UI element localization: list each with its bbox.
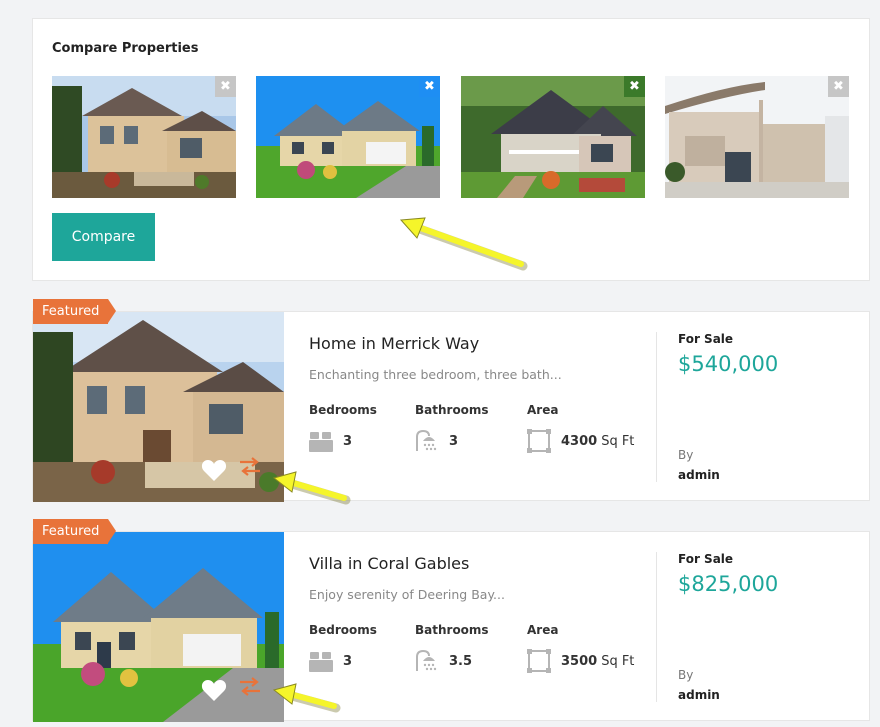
listing-author[interactable]: admin: [678, 468, 720, 482]
card-divider: [656, 332, 657, 482]
bathrooms-value: 3.5: [415, 649, 476, 673]
card-divider: [656, 552, 657, 702]
listing-description: Enchanting three bedroom, three bath...: [309, 367, 562, 382]
bedrooms-value: 3: [309, 429, 356, 453]
listing-description: Enjoy serenity of Deering Bay...: [309, 587, 505, 602]
shower-icon: [416, 429, 437, 451]
shower-icon: [416, 649, 437, 671]
by-label: By: [678, 668, 694, 682]
area-unit: Sq Ft: [601, 433, 635, 449]
area-number: 3500: [561, 653, 598, 669]
bed-icon: [309, 432, 333, 452]
annotation-arrow-icon: [399, 217, 528, 271]
area-label: Area: [527, 623, 559, 637]
bedrooms-label: Bedrooms: [309, 403, 377, 417]
bedrooms-label: Bedrooms: [309, 623, 377, 637]
bed-icon: [309, 652, 333, 672]
bedrooms-count: 3: [343, 653, 353, 669]
house-photo: [665, 76, 849, 198]
close-icon[interactable]: ✖: [215, 76, 236, 97]
close-icon[interactable]: ✖: [419, 76, 440, 97]
listing-card[interactable]: Featured Home in Merrick Way Enchanting …: [32, 299, 870, 502]
compare-button[interactable]: Compare: [52, 213, 155, 261]
listing-price: $540,000: [678, 352, 779, 376]
annotation-arrow-icon: [272, 683, 341, 713]
bathrooms-count: 3: [449, 433, 459, 449]
listing-title[interactable]: Home in Merrick Way: [309, 334, 479, 353]
bathrooms-value: 3: [415, 429, 462, 453]
listing-card[interactable]: Featured Villa in Coral Gables Enjoy ser…: [32, 519, 870, 722]
house-photo: [461, 76, 645, 198]
compare-thumb[interactable]: ✖: [52, 76, 236, 198]
compare-title: Compare Properties: [52, 41, 199, 56]
house-photo: [52, 76, 236, 198]
featured-badge: Featured: [33, 519, 117, 544]
listing-title[interactable]: Villa in Coral Gables: [309, 554, 469, 573]
bedrooms-value: 3: [309, 649, 356, 673]
close-icon[interactable]: ✖: [624, 76, 645, 97]
bathrooms-count: 3.5: [449, 653, 473, 669]
house-photo: [256, 76, 440, 198]
favorite-heart-icon[interactable]: [201, 678, 227, 702]
compare-thumb[interactable]: ✖: [256, 76, 440, 198]
area-value: 4300 Sq Ft: [527, 429, 634, 453]
listing-author[interactable]: admin: [678, 688, 720, 702]
bathrooms-label: Bathrooms: [415, 623, 489, 637]
featured-badge: Featured: [33, 299, 117, 324]
by-label: By: [678, 448, 694, 462]
annotation-arrow-icon: [272, 471, 351, 505]
listing-price: $825,000: [678, 572, 779, 596]
listing-status: For Sale: [678, 332, 734, 346]
favorite-heart-icon[interactable]: [201, 458, 227, 482]
area-number: 4300: [561, 433, 598, 449]
area-icon: [527, 649, 551, 673]
area-label: Area: [527, 403, 559, 417]
bathrooms-label: Bathrooms: [415, 403, 489, 417]
compare-arrows-icon[interactable]: [238, 456, 262, 476]
area-unit: Sq Ft: [601, 653, 635, 669]
area-icon: [527, 429, 551, 453]
area-value: 3500 Sq Ft: [527, 649, 634, 673]
bedrooms-count: 3: [343, 433, 353, 449]
compare-thumb[interactable]: ✖: [665, 76, 849, 198]
close-icon[interactable]: ✖: [828, 76, 849, 97]
compare-thumb[interactable]: ✖: [461, 76, 645, 198]
compare-arrows-icon[interactable]: [238, 676, 262, 696]
listing-status: For Sale: [678, 552, 734, 566]
